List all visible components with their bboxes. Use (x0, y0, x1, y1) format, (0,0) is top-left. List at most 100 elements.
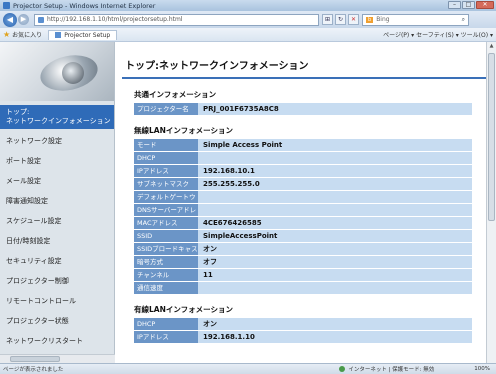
close-button[interactable]: ✕ (476, 1, 494, 9)
common-info-section: 共通インフォメーション プロジェクター名 PRJ_001F6735A8C8 (134, 89, 472, 115)
forward-button[interactable]: ▶ (18, 14, 29, 25)
address-text: http://192.168.1.10/html/projectorsetup.… (47, 16, 183, 23)
common-info-heading: 共通インフォメーション (134, 90, 217, 99)
info-row: デフォルトゲートウェイ (134, 191, 472, 213)
zoom-level[interactable]: 100% (474, 366, 490, 372)
sidebar-item[interactable]: リモートコントロール (0, 291, 114, 311)
tab-label: Projector Setup (64, 31, 111, 39)
scroll-up-icon[interactable]: ▲ (487, 42, 496, 51)
info-row: サブネットマスク 255.255.255.0 (134, 178, 472, 190)
status-bar: ページが表示されました インターネット | 保護モード: 無効 100% (0, 363, 496, 374)
sidebar-item[interactable]: スケジュール設定 (0, 211, 114, 231)
info-row: SSIDブロードキャストオン (134, 243, 472, 265)
info-value: 255.255.255.0 (198, 178, 472, 190)
info-value: 192.168.1.10 (198, 331, 472, 343)
tab-page-icon (55, 32, 62, 38)
page-content: トップ: ネットワークインフォメーション ネットワーク設定 ポート設定 メール設定 障害… (0, 42, 486, 363)
info-key: SSIDブロードキャスト (134, 243, 198, 265)
info-key: MACアドレス (134, 217, 198, 229)
info-value: オフ (198, 256, 472, 268)
info-key: DHCP (134, 152, 198, 164)
page-scroll-thumb[interactable] (488, 53, 495, 221)
page-icon (38, 16, 44, 23)
info-row: DHCP オン (134, 318, 472, 330)
maximize-button[interactable]: □ (462, 1, 475, 9)
sidebar-item[interactable]: トップ: ネットワークインフォメーション (0, 105, 114, 129)
info-value (198, 191, 472, 203)
favorites-bar: ★ お気に入り Projector Setup ページ(P) ▾ セーフティ(S… (0, 28, 496, 42)
sidebar-item[interactable]: メール設定 (0, 171, 114, 191)
info-value: 192.168.10.1 (198, 165, 472, 177)
info-value (198, 204, 472, 216)
sidebar-item[interactable]: ネットワークリスタート (0, 331, 114, 351)
sidebar-item[interactable]: ネットワーク設定 (0, 131, 114, 151)
info-row: MACアドレス 4CE676426585 (134, 217, 472, 229)
sidebar-item[interactable]: プロジェクター状態 (0, 311, 114, 331)
info-value: PRJ_001F6735A8C8 (198, 103, 472, 115)
search-input[interactable]: b Bing ⌕ (362, 13, 469, 26)
wireless-info-heading: 無線LANインフォメーション (134, 126, 233, 135)
status-text: ページが表示されました (3, 367, 64, 373)
info-row: プロジェクター名 PRJ_001F6735A8C8 (134, 103, 472, 115)
info-key: サブネットマスク (134, 178, 198, 190)
info-row: SSID SimpleAccessPoint (134, 230, 472, 242)
sidebar-scroll-thumb[interactable] (10, 356, 60, 362)
minimize-button[interactable]: – (448, 1, 461, 9)
info-row: IPアドレス 192.168.1.10 (134, 331, 472, 343)
sidebar-item[interactable]: プロジェクター制御 (0, 271, 114, 291)
stop-icon[interactable]: ✕ (348, 14, 359, 25)
sidebar-item[interactable]: 障害通知設定 (0, 191, 114, 211)
info-key: DHCP (134, 318, 198, 330)
info-value: SimpleAccessPoint (198, 230, 472, 242)
info-row: DNSサーバーアドレス (134, 204, 472, 226)
sidebar-menu: トップ: ネットワークインフォメーション ネットワーク設定 ポート設定 メール設定 障害… (0, 101, 114, 363)
projector-logo (0, 42, 114, 101)
nav-buttons: ⊞ ↻ ✕ (322, 14, 359, 25)
info-key: 暗号方式 (134, 256, 198, 268)
favorites-star-icon[interactable]: ★ (3, 30, 10, 39)
security-zone[interactable]: インターネット | 保護モード: 無効 (339, 365, 434, 373)
window-titlebar: Projector Setup - Windows Internet Explo… (0, 0, 496, 11)
info-value (198, 152, 472, 164)
sidebar-item[interactable]: セキュリティ設定 (0, 251, 114, 271)
info-row: チャンネル 11 (134, 269, 472, 281)
bing-icon: b (366, 16, 374, 23)
address-bar[interactable]: http://192.168.1.10/html/projectorsetup.… (34, 13, 319, 26)
zone-text: インターネット | 保護モード: 無効 (348, 367, 435, 373)
search-placeholder: Bing (376, 16, 390, 23)
compat-view-button[interactable]: ⊞ (322, 14, 333, 25)
info-key: DNSサーバーアドレス (134, 204, 198, 226)
info-key: チャンネル (134, 269, 198, 281)
info-value (198, 282, 472, 294)
browser-tab[interactable]: Projector Setup (48, 29, 118, 40)
globe-icon (339, 366, 346, 372)
wireless-info-section: 無線LANインフォメーション モード Simple Access Point DHC… (134, 125, 472, 294)
sidebar-hscrollbar[interactable] (0, 354, 115, 363)
info-value: オン (198, 318, 472, 330)
favorites-label[interactable]: お気に入り (12, 30, 42, 39)
sidebar: トップ: ネットワークインフォメーション ネットワーク設定 ポート設定 メール設定 障害… (0, 42, 115, 363)
info-value: オン (198, 243, 472, 255)
info-row: モード Simple Access Point (134, 139, 472, 151)
info-key: 通信速度 (134, 282, 198, 294)
projector-lens (62, 62, 84, 84)
info-value: 11 (198, 269, 472, 281)
info-row: 暗号方式 オフ (134, 256, 472, 268)
page-title: トップ:ネットワークインフォメーション (122, 51, 486, 79)
search-icon[interactable]: ⌕ (462, 16, 465, 24)
page-vscrollbar[interactable]: ▲ (486, 42, 496, 363)
back-button[interactable]: ◀ (3, 12, 17, 27)
info-value: Simple Access Point (198, 139, 472, 151)
info-key: プロジェクター名 (134, 103, 198, 115)
info-key: IPアドレス (134, 331, 198, 343)
window-controls: – □ ✕ (448, 1, 494, 9)
sidebar-item[interactable]: 日付/時刻設定 (0, 231, 114, 251)
refresh-icon[interactable]: ↻ (335, 14, 346, 25)
info-row: 通信速度 (134, 282, 472, 294)
info-value: 4CE676426585 (198, 217, 472, 229)
info-key: IPアドレス (134, 165, 198, 177)
sidebar-item[interactable]: ポート設定 (0, 151, 114, 171)
ie-icon (3, 2, 10, 9)
address-row: ◀ ▶ http://192.168.1.10/html/projectorse… (0, 11, 496, 28)
command-bar[interactable]: ページ(P) ▾ セーフティ(S) ▾ ツール(O) ▾ (383, 30, 493, 39)
